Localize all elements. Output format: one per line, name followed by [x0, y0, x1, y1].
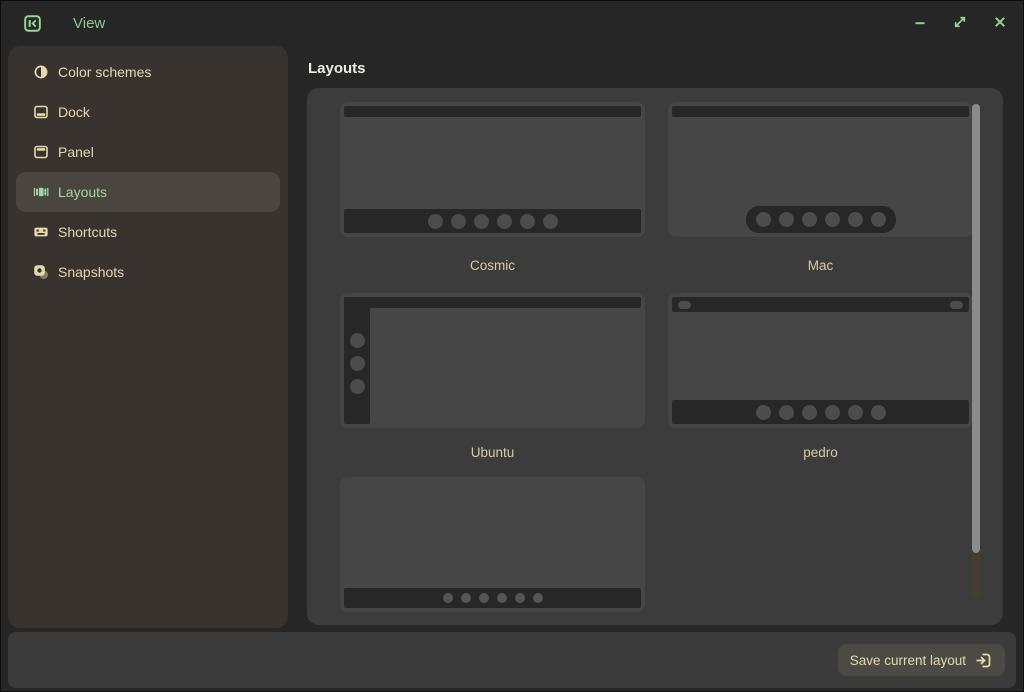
minimize-button[interactable]: [902, 5, 938, 41]
app-dot: [350, 333, 365, 348]
app-dot: [479, 593, 489, 603]
app-window: View: [0, 0, 1024, 692]
app-dot: [350, 379, 365, 394]
layout-name: Ubuntu: [340, 445, 645, 460]
layout-preview-pedro[interactable]: [668, 293, 973, 428]
layout-preview-cosmic[interactable]: [340, 102, 645, 237]
sidebar-item-label: Color schemes: [58, 64, 151, 80]
layout-preview-mac[interactable]: [668, 102, 973, 237]
preview-bottom-panel: [344, 588, 641, 608]
app-dot: [802, 212, 817, 227]
preview-left-dock: [344, 297, 370, 424]
app-dot: [543, 214, 558, 229]
close-button[interactable]: [982, 5, 1018, 41]
window-title: View: [73, 0, 105, 46]
minimize-icon: [912, 14, 928, 33]
app-dot: [779, 405, 794, 420]
dock-icon: [33, 104, 49, 120]
page-title: Layouts: [308, 60, 366, 77]
panel-indicator: [678, 301, 691, 309]
snapshots-icon: [33, 264, 49, 280]
sidebar-item-dock[interactable]: Dock: [16, 92, 280, 132]
app-dot: [350, 356, 365, 371]
sidebar-item-label: Dock: [58, 104, 90, 120]
app-dot: [515, 593, 525, 603]
sidebar-item-shortcuts[interactable]: Shortcuts: [16, 212, 280, 252]
save-layout-icon: [974, 651, 993, 670]
sidebar-item-layouts[interactable]: Layouts: [16, 172, 280, 212]
scrollbar-track[interactable]: [972, 553, 980, 598]
preview-top-bar: [672, 297, 969, 312]
layout-name: pedro: [668, 445, 973, 460]
app-dot: [871, 212, 886, 227]
save-button-label: Save current layout: [850, 653, 966, 668]
maximize-button[interactable]: [942, 5, 978, 41]
app-logo-icon: [24, 15, 41, 32]
preview-bottom-panel: [344, 209, 641, 233]
layouts-icon: [33, 184, 49, 200]
maximize-icon: [952, 14, 968, 33]
sidebar: Color schemes Dock Panel: [8, 46, 288, 628]
app-dot: [461, 593, 471, 603]
sidebar-item-snapshots[interactable]: Snapshots: [16, 252, 280, 292]
sidebar-item-label: Shortcuts: [58, 224, 117, 240]
app-dot: [533, 593, 543, 603]
app-dot: [848, 212, 863, 227]
sidebar-item-label: Panel: [58, 144, 94, 160]
preview-top-bar: [344, 297, 641, 308]
scrollbar-thumb[interactable]: [972, 104, 980, 553]
app-dot: [825, 212, 840, 227]
window-controls: [902, 5, 1018, 41]
layout-preview-unnamed[interactable]: [340, 477, 645, 612]
sidebar-item-panel[interactable]: Panel: [16, 132, 280, 172]
panel-indicator: [950, 301, 963, 309]
app-dot: [756, 405, 771, 420]
app-dot: [497, 593, 507, 603]
sidebar-item-label: Snapshots: [58, 264, 124, 280]
sidebar-item-color-schemes[interactable]: Color schemes: [16, 52, 280, 92]
app-dot: [520, 214, 535, 229]
footer-bar: Save current layout: [8, 632, 1016, 688]
layout-name: Cosmic: [340, 258, 645, 273]
panel-icon: [33, 144, 49, 160]
app-dot: [802, 405, 817, 420]
layouts-panel: Cosmic Mac Ubuntu pedro: [307, 88, 1003, 625]
preview-top-bar: [672, 106, 969, 117]
app-dot: [474, 214, 489, 229]
app-dot: [825, 405, 840, 420]
app-dot: [497, 214, 512, 229]
shortcuts-icon: [33, 224, 49, 240]
app-dot: [779, 212, 794, 227]
close-icon: [992, 14, 1008, 33]
app-dot: [756, 212, 771, 227]
scrollbar: [972, 104, 980, 598]
color-schemes-icon: [33, 64, 49, 80]
app-dot: [871, 405, 886, 420]
layout-preview-ubuntu[interactable]: [340, 293, 645, 428]
save-current-layout-button[interactable]: Save current layout: [838, 644, 1005, 676]
sidebar-item-label: Layouts: [58, 184, 107, 200]
app-dot: [451, 214, 466, 229]
preview-floating-dock: [746, 206, 896, 233]
app-dot: [443, 593, 453, 603]
layout-name: Mac: [668, 258, 973, 273]
app-dot: [848, 405, 863, 420]
title-bar: View: [0, 0, 1024, 46]
preview-bottom-panel: [672, 400, 969, 424]
preview-top-bar: [344, 106, 641, 117]
app-dot: [428, 214, 443, 229]
